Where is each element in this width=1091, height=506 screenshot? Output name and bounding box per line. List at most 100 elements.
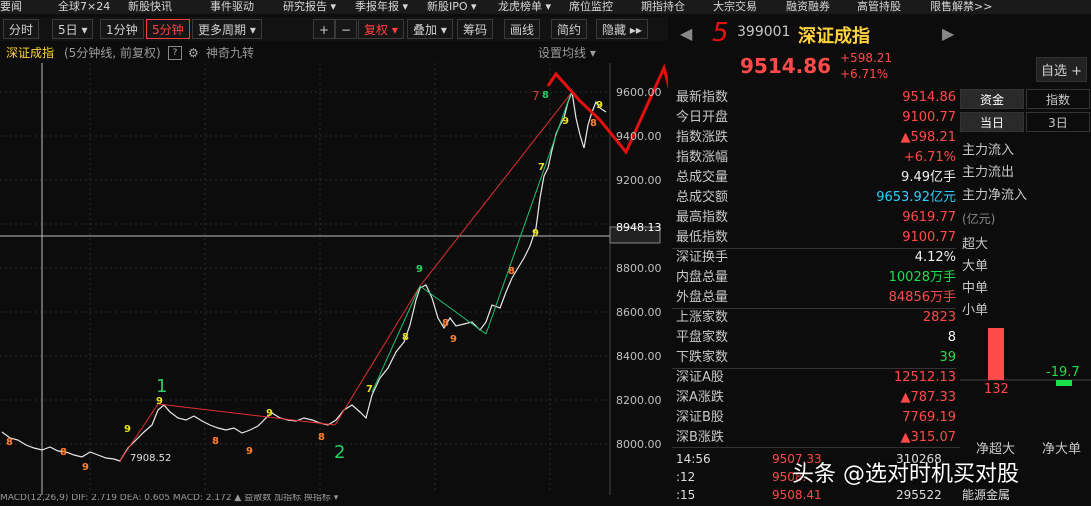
stat-row: 深证换手 4.12% bbox=[676, 248, 956, 268]
stat-value: 2823 bbox=[922, 310, 956, 325]
news-link-0[interactable]: 要闻 bbox=[0, 0, 22, 14]
stat-label: 内盘总量 bbox=[676, 270, 729, 285]
period-1min[interactable]: 1分钟 bbox=[100, 19, 144, 39]
stat-value: 9514.86 bbox=[902, 90, 956, 105]
news-link-7[interactable]: 龙虎榜单 ▾ bbox=[498, 0, 551, 14]
period-more[interactable]: 更多周期 ▾ bbox=[192, 19, 262, 39]
tab-index[interactable]: 指数 bbox=[1026, 89, 1090, 109]
indicator-name: 神奇九转 bbox=[206, 46, 255, 60]
ma-setting-button[interactable]: 设置均线 ▾ bbox=[538, 43, 596, 63]
stat-value: 4.12% bbox=[914, 250, 956, 265]
index-code: 399001 bbox=[737, 24, 791, 40]
y-axis-label: 9400.00 bbox=[616, 130, 662, 143]
prev-arrow-icon[interactable]: ◀ bbox=[680, 24, 692, 43]
period-5min[interactable]: 5分钟 bbox=[146, 19, 190, 39]
news-bar: 要闻 全球7×24 新股快讯 事件驱动 研究报告 ▾ 季报年报 ▾ 新股IPO ▾ 龙虎榜单 … bbox=[0, 0, 1091, 14]
stat-value: 9619.77 bbox=[902, 210, 956, 225]
sector-label: 能源金属 bbox=[962, 488, 1011, 502]
watermark: 头条 @选对时机买对股 bbox=[792, 462, 1019, 487]
wave-label-2: 2 bbox=[334, 442, 345, 463]
zoom-in-button[interactable]: + bbox=[313, 19, 335, 39]
index-pct: +6.71% bbox=[840, 67, 889, 81]
size-mid: 中单 bbox=[962, 281, 989, 296]
stat-row: 指数涨跌 ▲598.21 bbox=[676, 128, 956, 148]
stat-value: 12512.13 bbox=[893, 370, 956, 385]
svg-text:9: 9 bbox=[450, 334, 457, 345]
news-link-12[interactable]: 高管持股 bbox=[857, 0, 901, 14]
news-link-9[interactable]: 期指持仓 bbox=[641, 0, 685, 14]
stat-row: 深A涨跌 ▲787.33 bbox=[676, 388, 956, 408]
news-link-8[interactable]: 席位监控 bbox=[569, 0, 613, 14]
stat-label: 最高指数 bbox=[676, 210, 729, 225]
stat-row: 最新指数 9514.86 bbox=[676, 88, 956, 108]
add-watchlist-button[interactable]: 自选 + bbox=[1036, 57, 1088, 82]
zoom-out-button[interactable]: − bbox=[335, 19, 357, 39]
stat-row: 下跌家数 39 bbox=[676, 348, 956, 368]
net-super-bar bbox=[988, 328, 1004, 380]
stat-label: 下跌家数 bbox=[676, 350, 729, 365]
wave-label-7: 7 bbox=[532, 89, 540, 103]
tick-row: :15 9508.41 295522 bbox=[676, 488, 956, 506]
stat-value: 8 bbox=[947, 330, 956, 345]
flow-out-label: 主力流出 bbox=[962, 165, 1015, 180]
stat-label: 外盘总量 bbox=[676, 290, 729, 305]
news-link-10[interactable]: 大宗交易 bbox=[713, 0, 757, 14]
chart-title: 深证成指 bbox=[6, 46, 55, 60]
period-fenshi[interactable]: 分时 bbox=[3, 19, 40, 39]
stat-value: ▲598.21 bbox=[900, 130, 957, 145]
chart-desc: (5分钟线, 前复权) bbox=[64, 46, 161, 60]
net-big-label: 净大单 bbox=[1042, 442, 1082, 457]
tab-fund[interactable]: 资金 bbox=[960, 89, 1024, 109]
stat-row: 最低指数 9100.77 bbox=[676, 228, 956, 248]
jianyue-button[interactable]: 简约 bbox=[551, 19, 588, 39]
svg-text:8: 8 bbox=[542, 90, 549, 101]
news-link-11[interactable]: 融资融券 bbox=[786, 0, 830, 14]
svg-text:8: 8 bbox=[60, 447, 67, 458]
stat-row: 深证B股 7769.19 bbox=[676, 408, 956, 428]
chouma-button[interactable]: 筹码 bbox=[457, 19, 494, 39]
tab-today[interactable]: 当日 bbox=[960, 112, 1024, 132]
news-link-6[interactable]: 新股IPO ▾ bbox=[427, 0, 477, 14]
net-big-value: -19.7 bbox=[1046, 365, 1080, 380]
news-link-4[interactable]: 研究报告 ▾ bbox=[283, 0, 336, 14]
news-link-13[interactable]: 限售解禁>> bbox=[930, 0, 992, 14]
news-link-3[interactable]: 事件驱动 bbox=[210, 0, 254, 14]
tick-volume: 295522 bbox=[896, 488, 942, 502]
net-super-label: 净超大 bbox=[976, 442, 1016, 457]
news-link-1[interactable]: 全球7×24 bbox=[58, 0, 110, 14]
index-name: 深证成指 bbox=[798, 26, 870, 47]
gear-icon[interactable]: ⚙ bbox=[188, 43, 199, 63]
tick-time: :15 bbox=[676, 488, 696, 502]
kline-chart[interactable]: 1 2 7 7908.52 88 99 98 99 87 89 89 89 78… bbox=[0, 63, 668, 495]
svg-text:9: 9 bbox=[562, 116, 569, 127]
chart-toolbar: 分时 5日 ▾ 1分钟 5分钟 更多周期 ▾ + − 复权 ▾ 叠加 ▾ 筹码 … bbox=[0, 17, 668, 41]
stat-value: 84856万手 bbox=[888, 290, 956, 305]
help-icon[interactable]: ? bbox=[168, 46, 182, 60]
chart-subbar: 深证成指 (5分钟线, 前复权) ? ⚙ 神奇九转 设置均线 ▾ bbox=[0, 43, 668, 63]
stat-row: 内盘总量 10028万手 bbox=[676, 268, 956, 288]
stat-value: 9100.77 bbox=[902, 110, 956, 125]
y-axis-label: 8000.00 bbox=[616, 438, 662, 451]
stat-row: 指数涨幅 +6.71% bbox=[676, 148, 956, 168]
period-5day[interactable]: 5日 ▾ bbox=[52, 19, 94, 39]
news-link-2[interactable]: 新股快讯 bbox=[128, 0, 172, 14]
huaxian-button[interactable]: 画线 bbox=[504, 19, 541, 39]
stat-row: 外盘总量 84856万手 bbox=[676, 288, 956, 308]
wave-label-1: 1 bbox=[156, 376, 167, 397]
stat-label: 深A涨跌 bbox=[676, 390, 724, 405]
diejia-dropdown[interactable]: 叠加 ▾ bbox=[407, 19, 453, 39]
stat-label: 平盘家数 bbox=[676, 330, 729, 345]
svg-text:8: 8 bbox=[402, 332, 409, 343]
index-price: 9514.86 bbox=[740, 54, 832, 78]
net-big-bar bbox=[1056, 380, 1072, 386]
next-arrow-icon[interactable]: ▶ bbox=[942, 24, 954, 43]
hide-button[interactable]: 隐藏 ▸▸ bbox=[596, 19, 648, 39]
price-line bbox=[1, 89, 607, 462]
news-link-5[interactable]: 季报年报 ▾ bbox=[355, 0, 408, 14]
svg-text:9: 9 bbox=[266, 408, 273, 419]
svg-text:7: 7 bbox=[366, 384, 373, 395]
flow-net-label: 主力净流入 bbox=[962, 188, 1028, 203]
stat-row: 深证A股 12512.13 bbox=[676, 368, 956, 388]
fuquan-dropdown[interactable]: 复权 ▾ bbox=[358, 19, 404, 39]
tab-3day[interactable]: 3日 bbox=[1026, 112, 1090, 132]
